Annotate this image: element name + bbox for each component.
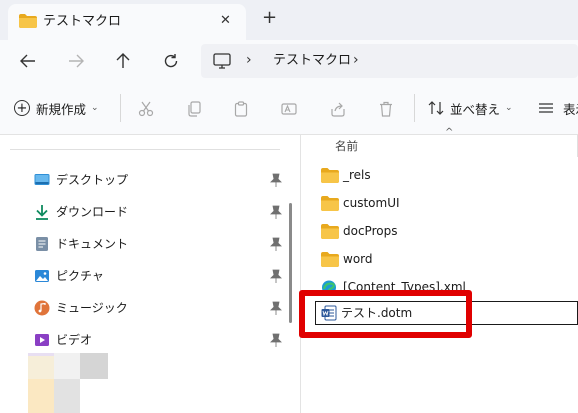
plus-icon: +	[14, 100, 30, 116]
folder-icon	[19, 14, 37, 28]
pin-icon[interactable]	[270, 205, 282, 219]
arrow-left-icon	[20, 54, 35, 68]
arrow-up-icon	[116, 53, 130, 68]
command-bar: + 新規作成 ⌄ 並べ替え ⌄ 表	[0, 82, 578, 135]
title-bar: テストマクロ ✕ +	[0, 0, 578, 40]
list-item[interactable]: _rels	[321, 163, 577, 187]
pin-icon[interactable]	[270, 173, 282, 187]
videos-icon	[35, 334, 49, 346]
nav-item-videos[interactable]: ビデオ	[28, 327, 288, 353]
document-icon	[36, 237, 48, 251]
view-label: 表示	[563, 101, 578, 117]
computer-icon	[213, 53, 231, 69]
edge-xml-icon	[322, 280, 336, 294]
nav-item-label: デスクトップ	[56, 173, 129, 187]
file-name: [Content_Types].xml	[343, 280, 466, 294]
list-item[interactable]: word	[321, 247, 577, 271]
nav-item-label: ビデオ	[56, 333, 93, 347]
music-icon	[34, 300, 50, 316]
refresh-icon	[164, 54, 178, 68]
tab-title: テストマクロ	[43, 14, 122, 29]
nav-item-music[interactable]: ミュージック	[28, 295, 288, 321]
nav-item-pictures[interactable]: ピクチャ	[28, 263, 288, 289]
word-doc-icon	[321, 305, 337, 321]
pin-icon[interactable]	[270, 269, 282, 283]
up-button[interactable]	[111, 49, 135, 73]
forward-button[interactable]	[64, 49, 88, 73]
rename-icon	[281, 103, 297, 115]
list-item-selected[interactable]: テスト.dotm	[315, 301, 578, 325]
pin-icon[interactable]	[270, 301, 282, 315]
copy-icon	[188, 101, 201, 117]
file-name: word	[343, 252, 373, 266]
sort-ascending-icon: ^	[445, 127, 454, 138]
sort-label: 並べ替え	[450, 101, 501, 117]
close-icon[interactable]: ✕	[220, 13, 231, 29]
file-name: customUI	[343, 196, 400, 210]
refresh-button[interactable]	[159, 49, 183, 73]
nav-item-label: ピクチャ	[56, 269, 104, 283]
copy-button[interactable]	[183, 98, 205, 120]
section-divider	[10, 149, 280, 150]
desktop-icon	[34, 174, 50, 185]
new-button-label: 新規作成	[36, 101, 87, 117]
nav-item-label: ドキュメント	[56, 237, 129, 251]
blurred-region	[28, 353, 108, 413]
download-icon	[36, 205, 48, 220]
trash-icon	[380, 101, 392, 117]
nav-item-documents[interactable]: ドキュメント	[28, 231, 288, 257]
view-button[interactable]: 表示	[538, 98, 578, 118]
nav-item-label: ミュージック	[56, 301, 128, 315]
arrow-right-icon	[69, 54, 84, 68]
scrollbar-thumb[interactable]	[289, 203, 292, 323]
cut-button[interactable]	[135, 98, 157, 120]
list-item[interactable]: [Content_Types].xml	[321, 275, 577, 299]
delete-button[interactable]	[375, 98, 397, 120]
paste-button[interactable]	[230, 98, 252, 120]
nav-item-downloads[interactable]: ダウンロード	[28, 199, 288, 225]
pin-icon[interactable]	[270, 333, 282, 347]
chevron-right-icon[interactable]: ›	[353, 52, 359, 68]
file-list: ^ 名前 _rels customUI docProps word [Conte…	[301, 127, 578, 413]
folder-icon	[321, 251, 339, 267]
file-name: docProps	[343, 224, 398, 238]
chevron-right-icon[interactable]: ›	[246, 52, 252, 68]
toolbar-divider	[120, 94, 121, 122]
breadcrumb-folder[interactable]: テストマクロ	[273, 53, 351, 69]
share-button[interactable]	[327, 98, 349, 120]
file-name: _rels	[343, 168, 371, 182]
clipboard-icon	[234, 101, 248, 117]
rename-button[interactable]	[278, 98, 300, 120]
list-item[interactable]: customUI	[321, 191, 577, 215]
sort-icon	[428, 101, 444, 115]
chevron-down-icon: ⌄	[505, 103, 513, 113]
list-item[interactable]: docProps	[321, 219, 577, 243]
folder-icon	[321, 195, 339, 211]
pictures-icon	[35, 270, 49, 282]
toolbar-divider	[414, 94, 415, 122]
chevron-down-icon: ⌄	[91, 103, 99, 113]
list-view-icon	[539, 103, 553, 113]
pin-icon[interactable]	[270, 237, 282, 251]
share-icon	[331, 102, 345, 117]
nav-item-desktop[interactable]: デスクトップ	[28, 167, 288, 193]
tab-current[interactable]: テストマクロ ✕	[8, 4, 246, 40]
folder-icon	[321, 167, 339, 183]
address-bar[interactable]: › テストマクロ ›	[201, 44, 578, 78]
scissors-icon	[138, 101, 154, 117]
sort-button[interactable]: 並べ替え ⌄	[428, 98, 513, 118]
navigation-bar: › テストマクロ ›	[0, 40, 578, 82]
new-button[interactable]: + 新規作成 ⌄	[14, 98, 99, 118]
column-header-name[interactable]: 名前	[335, 138, 358, 154]
file-name: テスト.dotm	[341, 306, 413, 320]
navigation-pane: デスクトップ ダウンロード ドキュメント ピクチャ ミュージック ビデオ	[0, 135, 300, 413]
back-button[interactable]	[16, 49, 40, 73]
folder-icon	[321, 223, 339, 239]
nav-item-label: ダウンロード	[56, 205, 129, 219]
new-tab-button[interactable]: +	[262, 8, 277, 28]
